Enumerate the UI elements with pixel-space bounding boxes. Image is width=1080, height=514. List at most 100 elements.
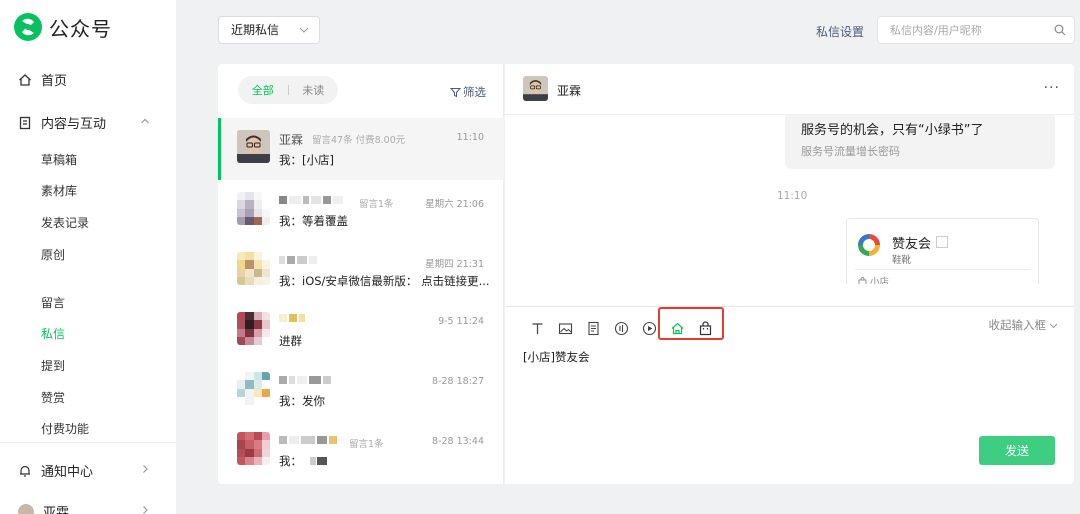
search-input[interactable]: [878, 17, 1038, 43]
shop-card-message[interactable]: 赞友会 鞋靴 小店: [846, 218, 1039, 284]
nav-user[interactable]: 亚霖: [18, 502, 69, 514]
message-settings-link[interactable]: 私信设置: [816, 23, 864, 40]
conversation-time: 8-28 18:27: [432, 376, 484, 387]
nav-rewards[interactable]: 赞赏: [41, 389, 65, 406]
conversation-time: 8-28 13:44: [432, 436, 484, 447]
app-title: 公众号: [49, 16, 112, 41]
chat-panel: 亚霖 ··· 服务号的机会，只有“小绿书”了 服务号流量增长密码 11:10 赞…: [505, 64, 1074, 484]
conversation-last-message: 我：发你: [279, 394, 325, 408]
shop-category: 鞋靴: [892, 255, 912, 266]
conversation-name: 亚霖: [279, 133, 304, 147]
person-avatar-icon: [237, 130, 270, 163]
message-input[interactable]: [小店]赞友会: [523, 349, 589, 365]
text-icon: [532, 322, 542, 334]
shop-name: 赞友会: [892, 237, 932, 252]
conversation-last-message: 我：: [279, 454, 302, 468]
chevron-right-icon: [143, 465, 148, 473]
sidebar: 公众号 首页 内容与互动 草稿箱 素材库 发表记录 原创 留言 私信 提到 赞赏…: [0, 0, 176, 514]
message-filter-select[interactable]: 近期私信: [218, 16, 320, 44]
card-divider: [855, 269, 1030, 270]
shop-footer-label: 小店: [870, 277, 890, 284]
highlight-box: [658, 307, 724, 340]
nav-content[interactable]: 内容与互动: [18, 113, 158, 132]
conversation-item[interactable]: 留言1条 8-28 13:44 我：: [218, 422, 504, 480]
chat-header: 亚霖 ···: [505, 64, 1074, 115]
blurred-name: [279, 376, 331, 384]
image-icon: [558, 322, 572, 334]
conversation-item[interactable]: 9-5 11:24 进群: [218, 302, 504, 360]
chevron-right-icon: [143, 506, 148, 514]
nav-home[interactable]: 首页: [18, 70, 67, 89]
bell-icon: [20, 465, 30, 477]
nav-comments[interactable]: 留言: [41, 294, 65, 311]
user-avatar: [18, 503, 34, 514]
conversation-list-panel: 全部 未读 筛选 亚霖 留言47条 付费8.00元 11:10 我：[小店] 留…: [218, 64, 504, 484]
conversation-meta: 留言47条 付费8.00元: [312, 135, 406, 146]
blurred-name: [279, 436, 337, 444]
logo[interactable]: 公众号: [13, 12, 112, 42]
blurred-name: [279, 256, 317, 264]
search-box: [877, 16, 1075, 44]
nav-notifications[interactable]: 通知中心: [18, 461, 93, 480]
video-icon: [642, 321, 656, 335]
nav-home-label: 首页: [41, 74, 68, 89]
audio-icon: [614, 321, 628, 335]
conversation-last-message: 进群: [279, 334, 302, 348]
text-tool[interactable]: [523, 316, 551, 340]
nav-original[interactable]: 原创: [41, 246, 65, 263]
tab-all[interactable]: 全部: [238, 82, 288, 98]
nav-publish-records[interactable]: 发表记录: [41, 214, 89, 231]
collapse-input-label: 收起输入框: [988, 318, 1047, 332]
audio-tool[interactable]: [607, 316, 635, 340]
avatar: [237, 372, 270, 405]
editor-divider: [505, 306, 1074, 307]
funnel-icon: [450, 87, 461, 97]
send-button[interactable]: 发送: [979, 436, 1055, 465]
conversation-meta: 留言1条: [349, 439, 384, 450]
conversation-item[interactable]: 亚霖 留言47条 付费8.00元 11:10 我：[小店]: [218, 118, 504, 180]
chevron-up-icon[interactable]: [140, 116, 150, 126]
conversation-last-message: 我：等着覆盖: [279, 214, 348, 228]
message-timestamp: 11:10: [777, 190, 808, 202]
avatar[interactable]: [523, 76, 548, 101]
bag-icon: [858, 276, 867, 284]
person-avatar-icon: [523, 76, 548, 101]
avatar: [237, 130, 270, 163]
sidebar-divider: [0, 442, 176, 443]
conversation-time: 星期四 21:31: [425, 259, 484, 270]
more-options-icon[interactable]: ···: [1044, 80, 1060, 96]
blurred-name: [279, 196, 343, 204]
read-status-tabs: 全部 未读: [238, 76, 338, 104]
conversation-time: 星期六 21:06: [425, 199, 484, 210]
image-tool[interactable]: [551, 316, 579, 340]
nav-messages[interactable]: 私信: [41, 325, 65, 342]
avatar: [237, 312, 270, 345]
nav-notifications-label: 通知中心: [41, 465, 94, 480]
home-icon: [19, 73, 31, 86]
tab-unread[interactable]: 未读: [289, 82, 339, 98]
nav-mentions[interactable]: 提到: [41, 357, 65, 374]
avatar: [237, 192, 270, 225]
wechat-logo-icon: [14, 13, 42, 41]
shop-badge-box: [936, 236, 948, 248]
conversation-item[interactable]: 留言1条 星期六 21:06 我：等着覆盖: [218, 182, 504, 240]
search-icon[interactable]: [1054, 24, 1066, 36]
article-card-title: 服务号的机会，只有“小绿书”了: [801, 123, 984, 138]
nav-content-label: 内容与互动: [41, 117, 107, 132]
nav-paid-features[interactable]: 付费功能: [41, 420, 89, 437]
chevron-down-icon: [299, 27, 309, 33]
article-card-message[interactable]: 服务号的机会，只有“小绿书”了 服务号流量增长密码: [785, 115, 1055, 169]
article-tool[interactable]: [579, 316, 607, 340]
collapse-input-button[interactable]: 收起输入框: [989, 317, 1059, 333]
conversation-item[interactable]: 星期四 21:31 我：iOS/安卓微信最新版： 点击链接更...: [218, 242, 504, 300]
conversation-item[interactable]: 8-28 18:27 我：发你: [218, 362, 504, 420]
avatar: [237, 252, 270, 285]
shop-footer: 小店: [858, 274, 889, 284]
blurred-message: [310, 457, 327, 465]
nav-materials[interactable]: 素材库: [41, 182, 77, 199]
filter-label: 筛选: [463, 85, 486, 99]
shop-logo-icon: [858, 234, 880, 256]
filter-button[interactable]: 筛选: [450, 84, 486, 100]
nav-drafts[interactable]: 草稿箱: [41, 151, 77, 168]
chevron-down-icon: [1049, 323, 1058, 328]
